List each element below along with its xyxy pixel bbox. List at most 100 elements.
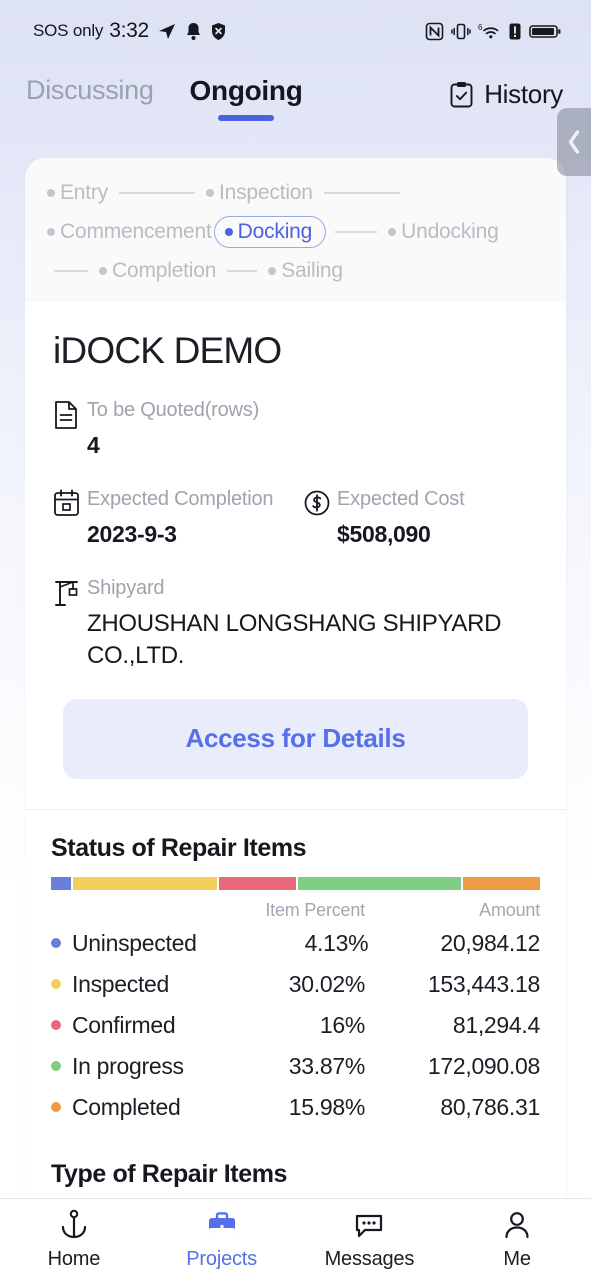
access-details-button[interactable]: Access for Details (63, 698, 528, 779)
shipyard-value: ZHOUSHAN LONGSHANG SHIPYARD CO.,LTD. (87, 610, 502, 670)
step-dot (388, 228, 397, 236)
bar-segment-confirmed (219, 876, 297, 890)
nav-item-messages[interactable]: Messages (296, 1209, 444, 1271)
table-row: Completed 15.98% 80,786.31 (51, 1087, 540, 1128)
row-label: Uninspected (51, 930, 197, 957)
step-commencement[interactable]: Commencement (45, 217, 214, 247)
send-icon (158, 24, 175, 39)
completion-body: Expected Completion 2023-9-3 (87, 487, 303, 550)
drawer-handle[interactable] (557, 108, 591, 176)
clipboard-check-icon (450, 81, 473, 107)
chevron-left-icon (568, 130, 580, 154)
person-icon (505, 1211, 529, 1238)
type-repair-title: Type of Repair Items (51, 1159, 288, 1188)
table-row: Inspected 30.02% 153,443.18 (51, 964, 540, 1005)
shipyard-body: Shipyard ZHOUSHAN LONGSHANG SHIPYARD CO.… (87, 576, 538, 673)
bottom-navigation: Home Projects Messages Me (0, 1198, 591, 1280)
tab-discussing[interactable]: Discussing (26, 75, 154, 120)
step-commencement-label: Commencement (60, 220, 212, 243)
row-percent: 4.13% (304, 929, 369, 956)
step-sailing[interactable]: Sailing (266, 256, 345, 286)
row-percent: 30.02% (288, 970, 366, 997)
project-title: iDOCK DEMO (53, 330, 282, 371)
status-repair-title: Status of Repair Items (51, 833, 307, 862)
table-row: Uninspected 4.13% 20,984.12 (51, 923, 540, 964)
bell-icon (186, 22, 200, 40)
battery-icon (529, 24, 561, 38)
cost-col: Expected Cost $508,090 (303, 487, 538, 550)
crane-icon (53, 576, 87, 613)
tab-discussing-label: Discussing (26, 75, 154, 105)
step-connector (119, 192, 196, 194)
step-completion-label: Completion (112, 259, 217, 282)
svg-text:6: 6 (478, 23, 483, 32)
bar-segment-completed (463, 876, 540, 890)
step-dot (206, 189, 215, 197)
briefcase-icon (208, 1211, 235, 1236)
status-repair-section: Status of Repair Items Item Percent Amou… (25, 809, 566, 1136)
chat-bubble-icon (356, 1214, 383, 1237)
row-amount: 20,984.12 (440, 929, 540, 956)
alert-icon (509, 23, 521, 39)
tab-ongoing[interactable]: Ongoing (190, 75, 303, 121)
step-connector (227, 270, 258, 272)
anchor-icon (61, 1209, 86, 1238)
nfc-icon (425, 22, 444, 40)
history-button[interactable]: History (449, 79, 563, 118)
step-completion[interactable]: Completion (97, 256, 218, 286)
project-card: Entry Inspection Commencement Docking Un… (25, 158, 566, 1198)
status-repair-table-header: Item Percent Amount (51, 894, 540, 923)
step-docking[interactable]: Docking (213, 216, 327, 248)
history-label: History (484, 78, 563, 109)
bar-segment-uninspected (51, 876, 71, 890)
nav-projects-label: Projects (186, 1247, 257, 1270)
access-details-label: Access for Details (185, 723, 406, 754)
cost-body: Expected Cost $508,090 (337, 487, 538, 550)
shipyard-row: Shipyard ZHOUSHAN LONGSHANG SHIPYARD CO.… (53, 576, 538, 673)
completion-label: Expected Completion (87, 488, 274, 511)
step-dot (99, 267, 107, 275)
step-dot (47, 228, 55, 236)
status-repair-stacked-bar (51, 876, 540, 890)
quoted-body: To be Quoted(rows) 4 (87, 398, 538, 461)
row-label-text: Inspected (72, 970, 170, 997)
step-inspection[interactable]: Inspection (204, 178, 315, 208)
nav-item-home[interactable]: Home (0, 1209, 148, 1271)
step-docking-label: Docking (237, 220, 313, 243)
completion-value: 2023-9-3 (87, 521, 177, 548)
row-label: Completed (51, 1094, 190, 1121)
step-undocking[interactable]: Undocking (386, 217, 500, 247)
table-row: Confirmed 16% 81,294.4 (51, 1005, 540, 1046)
row-label: In progress (51, 1053, 190, 1080)
row-label-text: Uninspected (72, 929, 197, 956)
quoted-label: To be Quoted(rows) (87, 399, 260, 421)
nav-item-projects[interactable]: Projects (148, 1209, 296, 1271)
row-label-text: Confirmed (72, 1011, 176, 1038)
nav-item-me[interactable]: Me (443, 1209, 591, 1271)
row-label: Confirmed (51, 1012, 190, 1039)
row-amount: 80,786.31 (440, 1093, 540, 1120)
row-percent: 33.87% (288, 1052, 366, 1079)
carrier-label: SOS only (33, 21, 104, 40)
bar-segment-inspected (72, 876, 218, 890)
legend-dot (51, 979, 61, 990)
completion-cost-row: Expected Completion 2023-9-3 Expected Co… (53, 487, 538, 550)
legend-dot (51, 1102, 61, 1113)
wifi-6-icon: 6 (478, 23, 499, 38)
status-bar-left: SOS only 3:32 (33, 19, 227, 43)
quoted-row: To be Quoted(rows) 4 (53, 398, 538, 461)
step-dot (224, 228, 233, 236)
step-dot (47, 189, 55, 197)
progress-stepper: Entry Inspection Commencement Docking Un… (25, 158, 566, 302)
cost-value: $508,090 (337, 521, 431, 548)
document-icon (53, 398, 87, 435)
step-entry[interactable]: Entry (45, 178, 110, 208)
completion-col: Expected Completion 2023-9-3 (53, 487, 303, 550)
header: Discussing Ongoing History (0, 62, 591, 134)
step-dot (268, 267, 277, 275)
shipyard-label: Shipyard (87, 577, 165, 600)
tab-bar: Discussing Ongoing (26, 75, 303, 121)
quoted-value: 4 (87, 432, 100, 458)
step-entry-label: Entry (60, 181, 109, 204)
content-scroll[interactable]: Entry Inspection Commencement Docking Un… (0, 134, 591, 1198)
